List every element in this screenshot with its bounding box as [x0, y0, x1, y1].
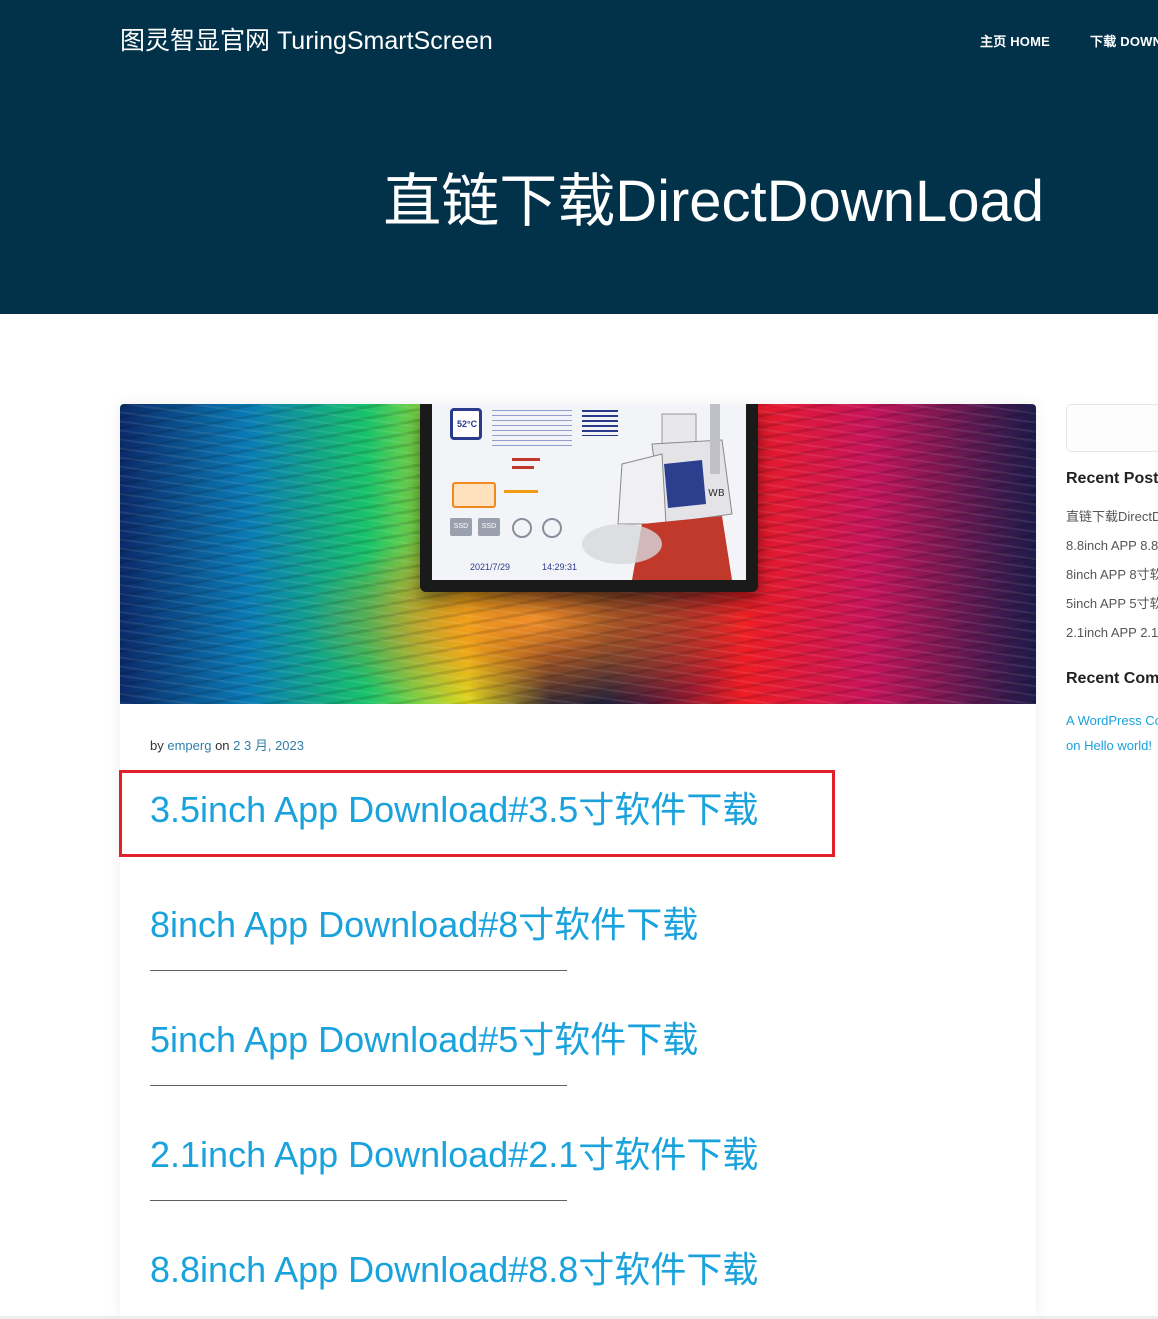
- separator-line: ————————————————————————————————: [150, 1191, 567, 1207]
- featured-image: 52°C SSD SSD 2021/7/29 14:29:31 WB: [120, 404, 1036, 704]
- recent-post-link[interactable]: 2.1inch APP 2.1寸软件: [1066, 625, 1158, 640]
- robot-figure: WB: [582, 404, 733, 580]
- post-card: 52°C SSD SSD 2021/7/29 14:29:31 WB by em…: [120, 404, 1036, 1319]
- ssd-icon: SSD: [450, 518, 472, 536]
- separator-line: ————————————————————————————————: [150, 846, 567, 862]
- ssd-icon: SSD: [478, 518, 500, 536]
- robot-mark: WB: [708, 488, 725, 499]
- separator-line: ————————————————————————————————: [150, 1076, 567, 1092]
- download-link-8-8inch[interactable]: 8.8inch App Download#8.8寸软件下载: [150, 1244, 758, 1296]
- site-title[interactable]: 图灵智显官网 TuringSmartScreen: [120, 24, 493, 58]
- recent-posts-heading: Recent Posts: [1066, 470, 1158, 487]
- download-list: 3.5inch App Download#3.5寸软件下载 ——————————…: [150, 784, 1010, 1319]
- list-item: 8inch APP 8寸软件: [1066, 562, 1158, 591]
- commenter-link[interactable]: A WordPress Commenter: [1066, 713, 1158, 728]
- meta-on: on: [215, 738, 230, 753]
- page-title: 直链下载DirectDownLoad: [383, 169, 1044, 234]
- list-item: 2.1inch APP 2.1寸软件: [1066, 620, 1158, 649]
- list-item: 2.1inch App Download#2.1寸软件下载 ——————————…: [150, 1129, 1010, 1244]
- comment-post-link[interactable]: Hello world!: [1084, 738, 1152, 753]
- recent-comments-heading: Recent Comments: [1066, 670, 1158, 687]
- recent-post-link[interactable]: 直链下载DirectDownLoad: [1066, 509, 1158, 524]
- recent-posts-list: 直链下载DirectDownLoad 8.8inch APP 8.8寸软件 8i…: [1066, 504, 1158, 649]
- ram-bar: [512, 458, 540, 461]
- device-date: 2021/7/29: [470, 562, 511, 572]
- list-item: 直链下载DirectDownLoad: [1066, 504, 1158, 533]
- download-link-3-5inch[interactable]: 3.5inch App Download#3.5寸软件下载: [150, 784, 758, 836]
- list-item: 5inch APP 5寸软件: [1066, 591, 1158, 620]
- download-link-2-1inch[interactable]: 2.1inch App Download#2.1寸软件下载: [150, 1129, 758, 1181]
- list-item: 8.8inch APP 8.8寸软件: [1066, 533, 1158, 562]
- device-time: 14:29:31: [542, 562, 578, 572]
- cpu-temp-readout: 52°C: [457, 419, 478, 429]
- smart-screen-device: 52°C SSD SSD 2021/7/29 14:29:31 WB: [420, 404, 758, 592]
- list-item: 8.8inch App Download#8.8寸软件下载: [150, 1244, 1010, 1319]
- search-input[interactable]: [1066, 404, 1158, 452]
- separator-line: ————————————————————————————————: [150, 961, 567, 977]
- ram-bar: [512, 466, 534, 469]
- stat-lines: [492, 410, 572, 450]
- download-link-8inch[interactable]: 8inch App Download#8寸软件下载: [150, 899, 698, 951]
- list-item: 3.5inch App Download#3.5寸软件下载 ——————————…: [150, 784, 1010, 899]
- cpu-icon: 52°C: [450, 408, 482, 440]
- nav-download[interactable]: 下载 DOWNLOAD: [1090, 31, 1158, 53]
- fan-icon: [542, 518, 562, 538]
- recent-post-link[interactable]: 8.8inch APP 8.8寸软件: [1066, 538, 1158, 553]
- site-header: 图灵智显官网 TuringSmartScreen 主页 HOME 下载 DOWN…: [0, 0, 1158, 314]
- download-link-5inch[interactable]: 5inch App Download#5寸软件下载: [150, 1014, 698, 1066]
- post-meta: by emperg on 2 3 月, 2023: [150, 737, 304, 755]
- fan-icon: [512, 518, 532, 538]
- gpu-bar: [504, 490, 538, 493]
- date-link[interactable]: 2 3 月, 2023: [233, 738, 304, 753]
- nav-home[interactable]: 主页 HOME: [980, 31, 1050, 53]
- recent-comment: A WordPress Commenter on Hello world!: [1066, 708, 1158, 758]
- comment-on: on: [1066, 738, 1081, 753]
- meta-by: by: [150, 738, 164, 753]
- sidebar: Recent Posts 直链下载DirectDownLoad 8.8inch …: [1066, 404, 1158, 804]
- list-item: 5inch App Download#5寸软件下载 ——————————————…: [150, 1014, 1010, 1129]
- main-nav: 主页 HOME 下载 DOWNLOAD: [980, 31, 1158, 53]
- device-screen: 52°C SSD SSD 2021/7/29 14:29:31 WB: [432, 404, 746, 580]
- recent-post-link[interactable]: 8inch APP 8寸软件: [1066, 567, 1158, 582]
- gpu-icon: [452, 482, 496, 508]
- recent-post-link[interactable]: 5inch APP 5寸软件: [1066, 596, 1158, 611]
- author-link[interactable]: emperg: [167, 738, 211, 753]
- list-item: 8inch App Download#8寸软件下载 ——————————————…: [150, 899, 1010, 1014]
